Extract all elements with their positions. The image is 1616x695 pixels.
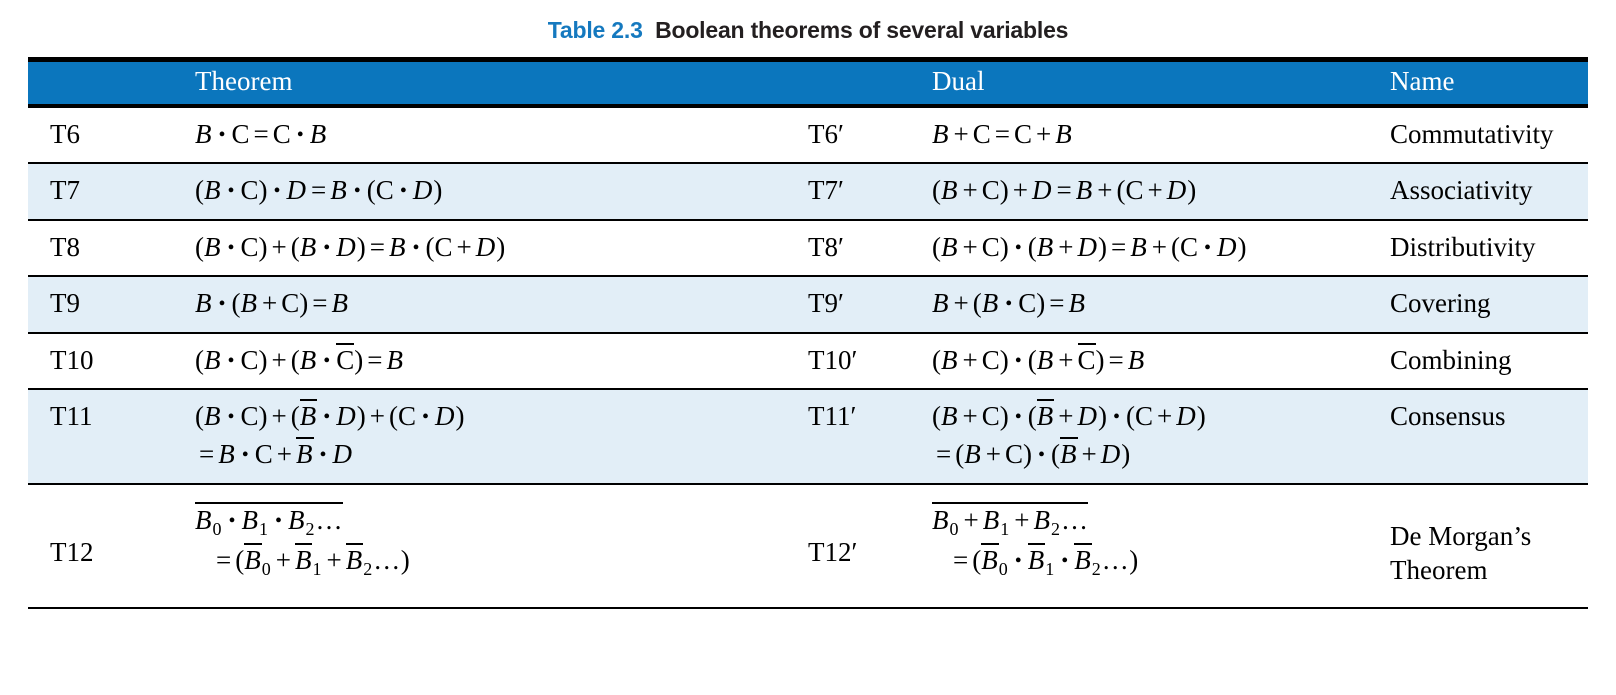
theorem-name-line1: De Morgan’s	[1390, 520, 1532, 551]
caption-number: Table 2.3	[547, 17, 643, 43]
table-row: T10 (B • C) + (B • C) = B T10′ (B + C) • (B + C) = B Com…	[28, 332, 1588, 391]
theorem-name: Consensus	[1382, 389, 1588, 485]
header-cell-theorem: Theorem	[186, 56, 804, 108]
theorem-expression: B • C = C • B	[186, 105, 804, 165]
theorem-expression: (B • C) + (B • D) = B • (C + D)	[186, 219, 804, 278]
header-cell-dual-number	[804, 56, 922, 108]
dual-expression: B + C = C + B	[922, 105, 1382, 165]
dual-id: T6′	[804, 105, 922, 165]
theorem-name: Combining	[1382, 332, 1588, 391]
boolean-theorems-table: Theorem Dual Name T6 B • C = C • B T6′ B + C = C + B…	[28, 56, 1588, 609]
dual-expression: B0 + B1 + B2… = (B0 • B1 • B2…)	[922, 483, 1382, 609]
dual-expression: (B + C) • (B + D) = B + (C • D)	[922, 219, 1382, 278]
theorem-expression: (B • C) • D = B • (C • D)	[186, 163, 804, 221]
theorem-id: T9	[28, 276, 186, 334]
header-cell-name: Name	[1382, 56, 1588, 108]
table-row: T7 (B • C) • D = B • (C • D) T7′ (B + C) + D = B + (C + D) A…	[28, 163, 1588, 221]
theorem-name: Covering	[1382, 276, 1588, 334]
dual-id: T9′	[804, 276, 922, 334]
caption-text: Boolean theorems of several variables	[655, 17, 1069, 43]
theorem-id: T12	[28, 483, 186, 609]
theorem-name: Associativity	[1382, 163, 1588, 221]
header-cell-blank	[28, 56, 186, 108]
theorem-id: T11	[28, 389, 186, 485]
dual-id: T7′	[804, 163, 922, 221]
dual-id: T8′	[804, 219, 922, 278]
dual-expression: (B + C) + D = B + (C + D)	[922, 163, 1382, 221]
table-row: T6 B • C = C • B T6′ B + C = C + B Commutativity	[28, 105, 1588, 165]
table-header: Theorem Dual Name	[28, 56, 1588, 108]
theorem-id: T10	[28, 332, 186, 391]
theorem-expression: (B • C) + (B • D) + (C • D) = B • C + B • D	[186, 389, 804, 485]
table-figure: Table 2.3 Boolean theorems of several va…	[0, 0, 1616, 695]
theorem-name: De Morgan’s Theorem	[1382, 483, 1588, 609]
dual-id: T12′	[804, 483, 922, 609]
dual-expression: (B + C) • (B + C) = B	[922, 332, 1382, 391]
theorem-id: T7	[28, 163, 186, 221]
table-row: T11 (B • C) + (B • D) + (C • D) = B • C + B • D T11′ (B + C…	[28, 389, 1588, 485]
theorem-name: Distributivity	[1382, 219, 1588, 278]
table-caption: Table 2.3 Boolean theorems of several va…	[0, 0, 1616, 57]
theorem-name: Commutativity	[1382, 105, 1588, 165]
table-row: T9 B • (B + C) = B T9′ B + (B • C) = B Covering	[28, 276, 1588, 334]
table-row: T8 (B • C) + (B • D) = B • (C + D) T8′ (B + C) • (B + D) = B…	[28, 219, 1588, 278]
dual-id: T10′	[804, 332, 922, 391]
theorem-name-line2: Theorem	[1390, 555, 1488, 586]
dual-expression: (B + C) • (B + D) • (C + D) = (B + C) • (B + D)	[922, 389, 1382, 485]
header-cell-dual: Dual	[922, 56, 1382, 108]
header-row: Theorem Dual Name	[28, 56, 1588, 108]
theorem-expression: B0 • B1 • B2… = (B0 + B1 + B2…)	[186, 483, 804, 609]
table-row: T12 B0 • B1 • B2… = (B0 + B1 + B2…) T12′ B0 + B1 + B2…	[28, 483, 1588, 609]
theorem-id: T8	[28, 219, 186, 278]
theorem-id: T6	[28, 105, 186, 165]
dual-id: T11′	[804, 389, 922, 485]
dual-expression: B + (B • C) = B	[922, 276, 1382, 334]
table-container: Theorem Dual Name T6 B • C = C • B T6′ B + C = C + B…	[28, 56, 1588, 609]
table-body: T6 B • C = C • B T6′ B + C = C + B Commutativity T7 …	[28, 105, 1588, 609]
theorem-expression: B • (B + C) = B	[186, 276, 804, 334]
theorem-expression: (B • C) + (B • C) = B	[186, 332, 804, 391]
